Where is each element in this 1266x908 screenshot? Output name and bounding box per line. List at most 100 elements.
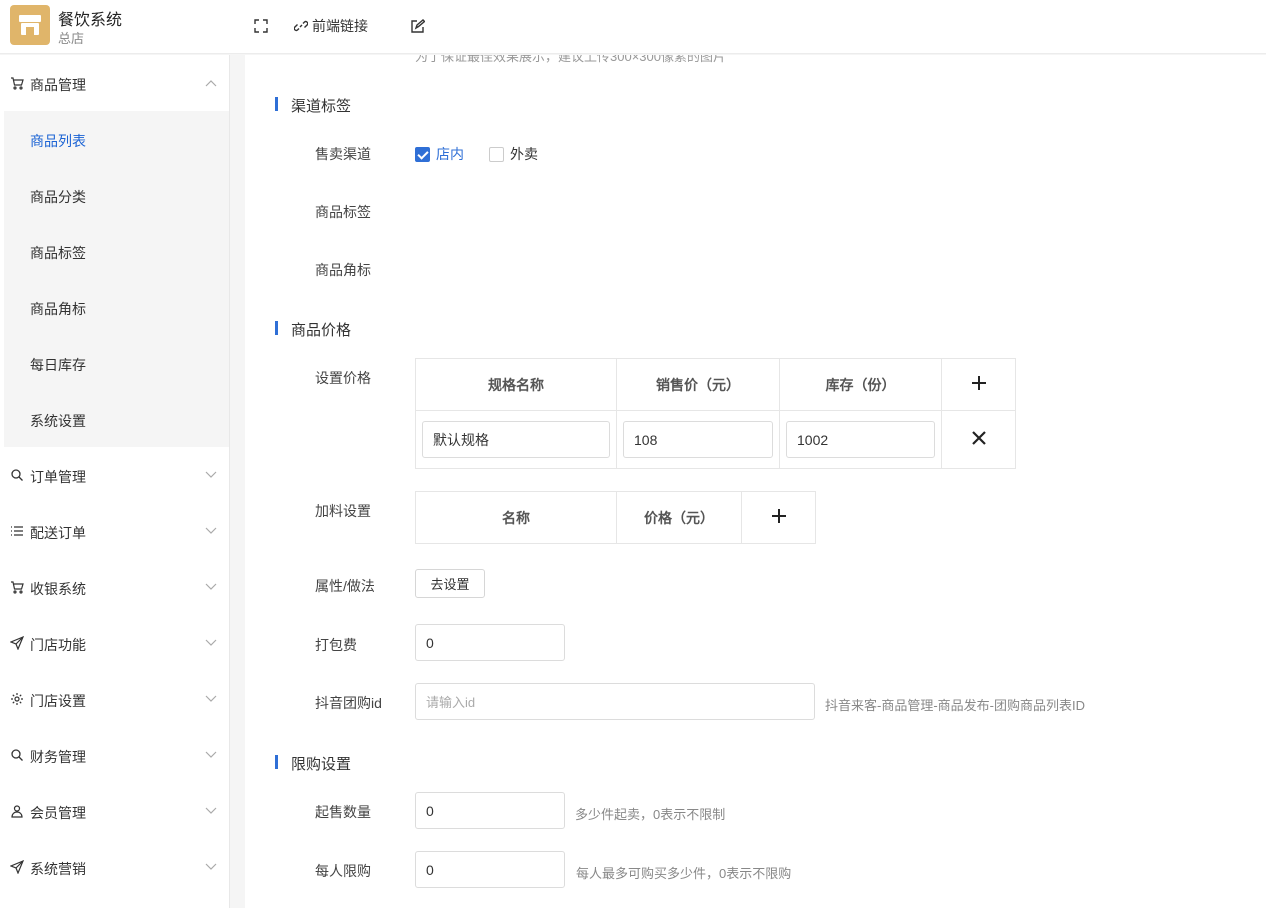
attr-label: 属性/做法 [315,578,375,594]
menu-marketing-label: 系统营销 [30,861,86,877]
min-qty-label: 起售数量 [315,804,371,820]
send-icon [10,860,24,874]
edit-button[interactable] [410,16,425,36]
per-user-limit-hint: 每人最多可购买多少件，0表示不限购 [576,866,792,881]
section-price-title: 商品价格 [291,322,352,339]
menu-orders[interactable]: 订单管理 [0,447,230,503]
menu-delivery[interactable]: 配送订单 [0,503,230,559]
per-user-limit-input[interactable]: 0 [415,851,565,888]
top-header: 餐饮系统 总店 前端链接 [0,0,1266,54]
menu-members-label: 会员管理 [30,805,86,821]
store-name: 总店 [58,31,85,46]
channel-takeout-checkbox[interactable]: 外卖 [489,145,538,163]
menu-cashier[interactable]: 收银系统 [0,559,230,615]
sub-system-settings[interactable]: 系统设置 [4,391,229,447]
channel-takeout-label: 外卖 [510,146,538,162]
list-icon [11,526,23,536]
chevron-up-icon [205,80,217,87]
user-icon [11,805,23,818]
menu-members[interactable]: 会员管理 [0,783,230,839]
goods-tag-label: 商品标签 [315,204,371,220]
goods-corner-label: 商品角标 [315,262,371,278]
sub-daily-stock-label: 每日库存 [30,357,86,373]
douyin-id-input[interactable]: 请输入id [415,683,815,720]
addon-header-price: 价格（元） [616,491,742,544]
spec-price-input[interactable]: 108 [623,421,773,458]
sub-goods-corner-label: 商品角标 [30,301,86,317]
menu-finance-label: 财务管理 [30,749,86,765]
menu-orders-label: 订单管理 [30,469,86,485]
min-qty-input[interactable]: 0 [415,792,565,829]
section-channel-title: 渠道标签 [291,98,352,115]
delete-spec-button[interactable] [941,410,1016,469]
section-bar [275,321,278,335]
menu-goods-label: 商品管理 [30,77,86,93]
menu-store-features-label: 门店功能 [30,637,86,653]
menu-store-features[interactable]: 门店功能 [0,615,230,671]
edit-icon [411,18,425,33]
send-icon [10,636,24,650]
attr-setting-button[interactable]: 去设置 [415,569,485,598]
min-qty-hint: 多少件起卖，0表示不限制 [575,807,726,822]
menu-delivery-label: 配送订单 [30,525,86,541]
sub-goods-category[interactable]: 商品分类 [4,167,229,223]
menu-finance[interactable]: 财务管理 [0,727,230,783]
section-bar [275,755,278,769]
link-icon [294,20,308,32]
spec-header-stock: 库存（份） [779,358,942,411]
menu-marketing[interactable]: 系统营销 [0,839,230,895]
sub-goods-list[interactable]: 商品列表 [4,111,229,167]
add-spec-button[interactable] [941,358,1016,411]
sub-daily-stock[interactable]: 每日库存 [4,335,229,391]
close-icon [971,431,986,445]
sidebar: 商品管理 商品列表 商品分类 商品标签 商品角标 每日库存 系统设置 订单管理 … [0,55,230,908]
app-name: 餐饮系统 [58,12,123,29]
store-logo [10,5,50,45]
gear-icon [11,693,23,705]
spec-table: 规格名称 销售价（元） 库存（份） 默认规格 108 1002 [415,358,1016,469]
chevron-down-icon [205,527,217,534]
menu-store-settings[interactable]: 门店设置 [0,671,230,727]
channel-instore-checkbox[interactable]: 店内 [415,145,464,163]
goods-submenu: 商品列表 商品分类 商品标签 商品角标 每日库存 系统设置 [4,111,229,447]
chevron-down-icon [205,639,217,646]
section-bar [275,97,278,111]
cart-icon [11,77,24,90]
addon-label: 加料设置 [315,503,371,519]
plus-icon [971,376,986,390]
sub-goods-tags-label: 商品标签 [30,245,86,261]
sub-system-settings-label: 系统设置 [30,413,86,429]
menu-goods[interactable]: 商品管理 [0,55,230,111]
image-size-hint: 为了保证最佳效果展示，建议上传300×300像素的图片 [415,55,726,64]
checkbox-checked-icon [415,146,430,162]
search-icon [11,749,23,761]
sub-goods-tags[interactable]: 商品标签 [4,223,229,279]
douyin-id-hint: 抖音来客-商品管理-商品发布-团购商品列表ID [825,698,1085,713]
sale-channel-label: 售卖渠道 [315,146,371,162]
spec-header-price: 销售价（元） [616,358,780,411]
pack-fee-input[interactable]: 0 [415,624,565,661]
search-icon [11,469,23,481]
sub-goods-category-label: 商品分类 [30,189,86,205]
cart-icon [11,581,24,594]
chevron-down-icon [205,863,217,870]
add-addon-button[interactable] [741,491,816,544]
frontend-link-button[interactable]: 前端链接 [294,16,368,36]
set-price-label: 设置价格 [315,370,371,386]
main-content: 为了保证最佳效果展示，建议上传300×300像素的图片 渠道标签 售卖渠道 店内… [245,55,1266,908]
spec-name-input[interactable]: 默认规格 [422,421,610,458]
frontend-link-label: 前端链接 [312,18,368,34]
chevron-down-icon [205,583,217,590]
addon-header-name: 名称 [415,491,617,544]
table-row: 默认规格 108 1002 [415,410,1016,469]
fullscreen-button[interactable] [254,16,268,36]
spec-stock-input[interactable]: 1002 [786,421,935,458]
sub-goods-corner[interactable]: 商品角标 [4,279,229,335]
sub-goods-list-label: 商品列表 [30,133,86,149]
spec-header-name: 规格名称 [415,358,617,411]
section-limit-title: 限购设置 [291,756,352,773]
chevron-down-icon [205,695,217,702]
addon-table: 名称 价格（元） [415,491,816,544]
douyin-id-label: 抖音团购id [315,695,382,711]
fullscreen-icon [254,19,268,33]
